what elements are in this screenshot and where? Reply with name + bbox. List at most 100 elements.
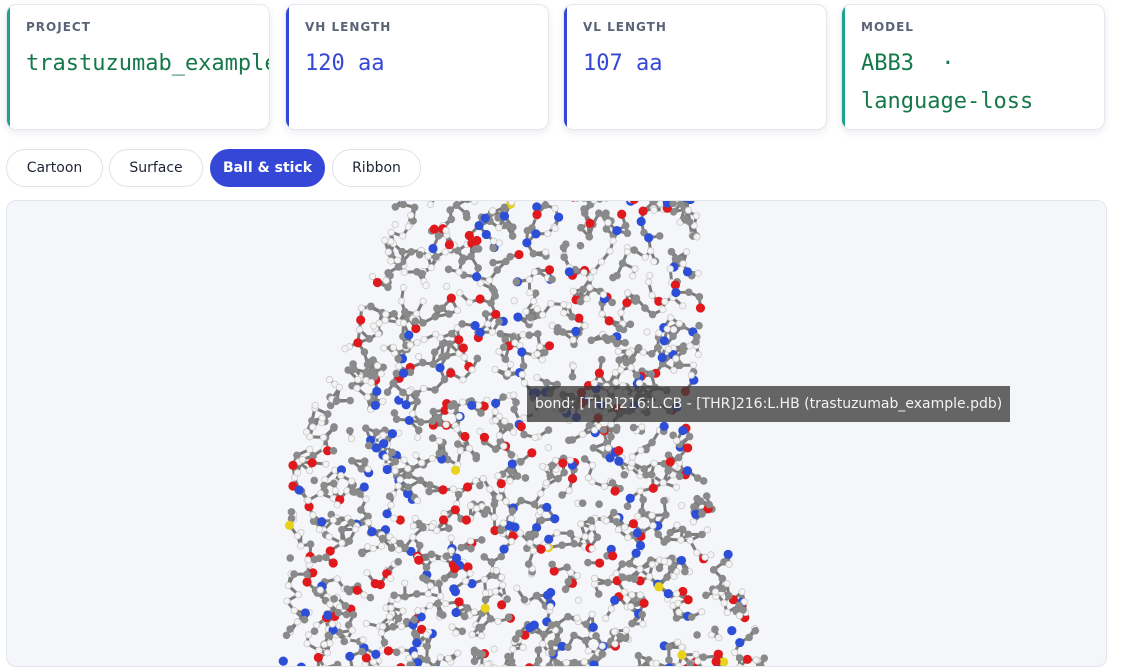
hydrogen-atom: [351, 525, 360, 533]
hydrogen-atom: [614, 347, 622, 356]
nitrogen-atom: [532, 522, 542, 533]
carbon-atom: [628, 619, 636, 628]
carbon-atom: [390, 591, 398, 600]
hydrogen-atom: [399, 607, 407, 615]
carbon-atom: [351, 665, 354, 666]
carbon-atom: [415, 541, 424, 550]
hydrogen-atom: [693, 233, 701, 241]
carbon-atom: [702, 591, 710, 600]
hydrogen-atom: [497, 573, 506, 581]
carbon-atom: [561, 585, 570, 594]
hydrogen-atom: [426, 601, 434, 610]
hydrogen-atom: [335, 383, 344, 391]
carbon-atom: [413, 590, 421, 598]
hydrogen-atom: [389, 343, 398, 351]
carbon-atom: [423, 642, 431, 651]
carbon-atom: [630, 246, 639, 254]
carbon-atom: [531, 530, 540, 539]
hydrogen-atom: [293, 469, 302, 477]
hydrogen-atom: [479, 474, 487, 483]
hydrogen-atom: [500, 442, 508, 450]
hydrogen-atom: [612, 378, 620, 386]
carbon-atom: [427, 550, 436, 559]
oxygen-atom: [458, 343, 468, 353]
hydrogen-atom: [424, 590, 432, 598]
oxygen-atom: [383, 646, 393, 656]
tab-cartoon[interactable]: Cartoon: [6, 149, 103, 187]
hydrogen-atom: [560, 300, 568, 309]
hydrogen-atom: [645, 278, 653, 286]
oxygen-atom: [446, 368, 456, 378]
hydrogen-atom: [319, 433, 328, 442]
hydrogen-atom: [544, 444, 552, 452]
molecule-viewer[interactable]: bond: [THR]216:L.CB - [THR]216:L.HB (tra…: [6, 200, 1107, 667]
carbon-atom: [698, 510, 706, 518]
carbon-atom: [435, 579, 443, 588]
nitrogen-atom: [735, 637, 745, 648]
oxygen-atom: [475, 294, 485, 304]
carbon-atom: [621, 339, 629, 347]
nitrogen-atom: [682, 466, 693, 476]
card-accent: [286, 5, 289, 129]
hydrogen-atom: [513, 584, 521, 592]
hydrogen-atom: [531, 433, 539, 442]
hydrogen-atom: [436, 653, 444, 662]
hydrogen-atom: [504, 369, 512, 378]
oxygen-atom: [742, 654, 752, 664]
carbon-atom: [474, 649, 483, 657]
carbon-atom: [504, 613, 513, 622]
hydrogen-atom: [304, 631, 313, 639]
hydrogen-atom: [290, 606, 298, 615]
carbon-atom: [709, 566, 718, 574]
tab-ribbon[interactable]: Ribbon: [332, 149, 421, 187]
nitrogen-atom: [635, 540, 646, 551]
oxygen-atom: [307, 458, 317, 468]
carbon-atom: [430, 348, 439, 357]
carbon-atom: [360, 457, 369, 466]
tab-surface[interactable]: Surface: [109, 149, 203, 187]
hydrogen-atom: [456, 447, 464, 455]
hydrogen-atom: [645, 573, 654, 581]
carbon-atom: [534, 656, 543, 664]
carbon-atom: [444, 265, 453, 274]
carbon-atom: [447, 215, 456, 224]
hydrogen-atom: [659, 479, 667, 487]
hydrogen-atom: [588, 524, 596, 532]
carbon-atom: [548, 649, 556, 657]
carbon-atom: [565, 436, 573, 445]
sulfur-atom: [677, 650, 687, 660]
hydrogen-atom: [379, 622, 387, 631]
hydrogen-atom: [643, 328, 651, 336]
nitrogen-atom: [317, 517, 327, 527]
carbon-atom: [363, 360, 372, 369]
hydrogen-atom: [607, 605, 615, 613]
carbon-atom: [508, 507, 517, 515]
tab-ball-and-stick[interactable]: Ball & stick: [210, 149, 325, 187]
carbon-atom: [348, 456, 356, 465]
carbon-atom: [622, 358, 631, 367]
hydrogen-atom: [551, 224, 559, 232]
oxygen-atom: [463, 482, 473, 492]
carbon-atom: [618, 573, 627, 581]
hydrogen-atom: [337, 471, 345, 480]
hydrogen-atom: [628, 459, 636, 467]
carbon-atom: [663, 573, 671, 581]
molecule-canvas[interactable]: [7, 201, 1107, 667]
carbon-atom: [463, 604, 472, 612]
nitrogen-atom: [631, 548, 641, 558]
hydrogen-atom: [703, 526, 711, 534]
hydrogen-atom: [639, 620, 647, 628]
carbon-atom: [340, 637, 349, 646]
oxygen-atom: [496, 479, 506, 489]
hydrogen-atom: [627, 603, 635, 611]
hydrogen-atom: [419, 297, 427, 305]
hydrogen-atom: [590, 267, 598, 276]
nitrogen-atom: [379, 439, 389, 449]
carbon-atom: [495, 317, 503, 326]
carbon-atom: [389, 623, 397, 631]
hydrogen-atom: [634, 512, 642, 520]
carbon-atom: [401, 308, 409, 316]
carbon-atom: [329, 446, 338, 455]
hydrogen-atom: [458, 398, 467, 406]
carbon-atom: [345, 587, 354, 596]
